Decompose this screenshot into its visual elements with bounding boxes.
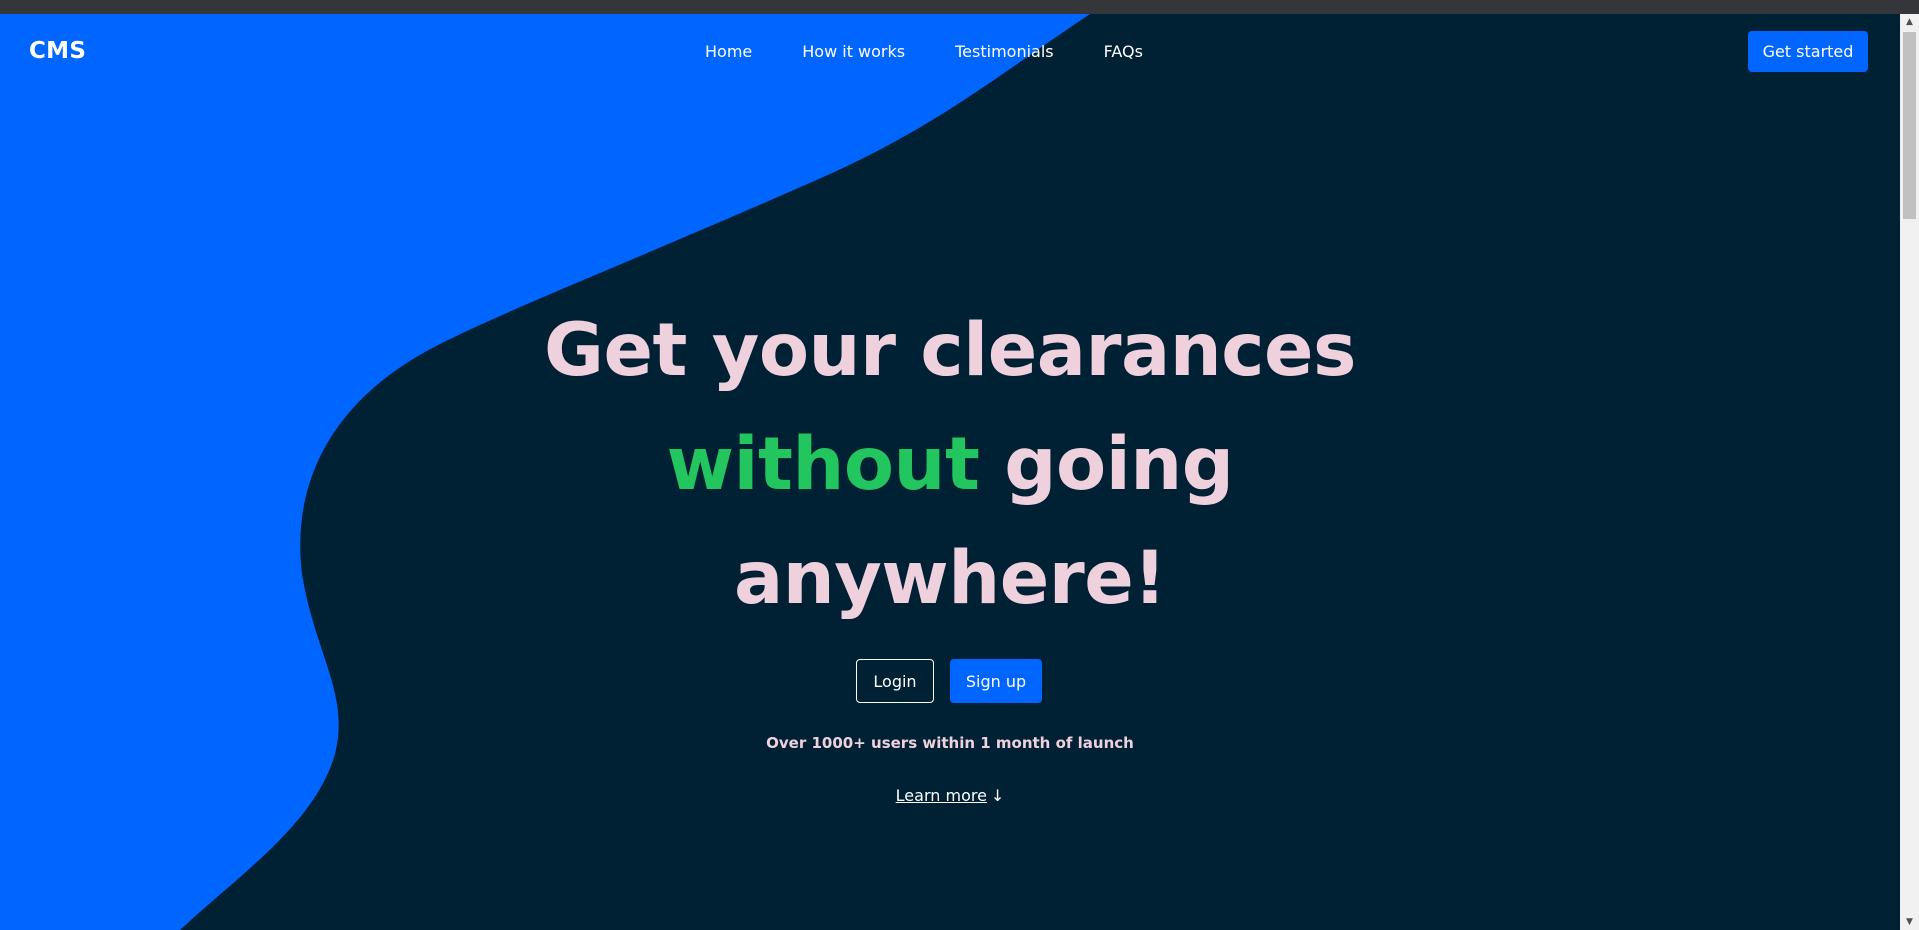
nav-link-how-it-works[interactable]: How it works	[802, 42, 905, 61]
scrollbar-thumb[interactable]	[1903, 32, 1916, 219]
nav-links: Home How it works Testimonials FAQs	[705, 42, 1143, 61]
hero-headline-line-1: Get your clearances	[544, 308, 1356, 393]
learn-more-link[interactable]: Learn more	[896, 786, 987, 805]
learn-more-row: Learn more ↓	[700, 786, 1200, 805]
page-scrollbar[interactable]: ▲ ▼	[1900, 14, 1919, 930]
scroll-down-icon[interactable]: ▼	[1900, 914, 1919, 930]
get-started-button[interactable]: Get started	[1748, 31, 1868, 72]
hero-headline-line-3: anywhere!	[733, 536, 1167, 621]
hero-headline-accent: without	[666, 422, 980, 507]
scroll-up-icon[interactable]: ▲	[1900, 14, 1919, 30]
hero-cta-row: Login Sign up	[856, 659, 1042, 703]
login-button[interactable]: Login	[856, 659, 934, 703]
brand-logo[interactable]: CMS	[29, 38, 86, 64]
user-stat-text: Over 1000+ users within 1 month of launc…	[766, 734, 1134, 752]
hero-headline-line-2: without going	[450, 408, 1450, 522]
arrow-down-icon: ↓	[990, 786, 1005, 805]
browser-tab-strip	[0, 0, 1919, 14]
page-viewport: CMS Home How it works Testimonials FAQs …	[0, 14, 1900, 930]
top-navbar: CMS Home How it works Testimonials FAQs …	[0, 14, 1900, 86]
nav-link-home[interactable]: Home	[705, 42, 752, 61]
hero-headline: Get your clearances without going anywhe…	[450, 294, 1450, 636]
hero-headline-line-2-rest: going	[979, 422, 1234, 507]
nav-link-faqs[interactable]: FAQs	[1104, 42, 1143, 61]
signup-button[interactable]: Sign up	[950, 659, 1042, 703]
nav-link-testimonials[interactable]: Testimonials	[955, 42, 1054, 61]
